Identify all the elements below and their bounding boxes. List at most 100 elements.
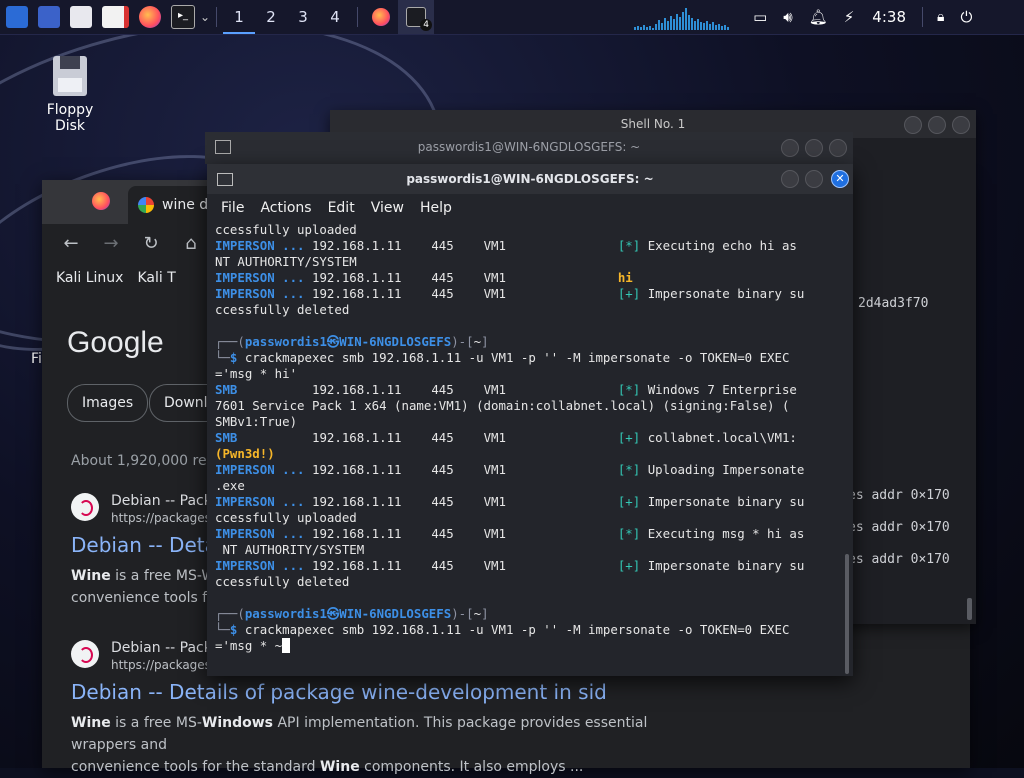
- snippet-text: is a free MS-Wi: [110, 568, 219, 584]
- prompt-frame: ]: [481, 606, 489, 621]
- terminal-icon: ▸_: [171, 5, 195, 29]
- workspace-4[interactable]: 4: [319, 0, 351, 34]
- module-tag: IMPERSON ...: [215, 238, 305, 253]
- images-chip[interactable]: Images: [67, 384, 149, 422]
- menu-help[interactable]: Help: [420, 200, 452, 216]
- close-button[interactable]: ✕: [831, 170, 849, 188]
- shell-scrollbar[interactable]: [967, 598, 972, 620]
- terminal-scrollbar[interactable]: [845, 554, 849, 674]
- firefox-task[interactable]: [364, 0, 398, 34]
- power-icon: ⏻: [960, 8, 973, 26]
- shell-line: 2d4ad3f70: [858, 296, 929, 311]
- module-tag: IMPERSON ...: [215, 270, 305, 285]
- menu-edit[interactable]: Edit: [328, 200, 355, 216]
- terminal-line: ='msg * hi': [215, 366, 837, 382]
- monitor-icon: ▭: [753, 8, 768, 26]
- terminal-titlebar[interactable]: passwordis1@WIN-6NGDLOSGEFS: ~ ✕: [207, 164, 853, 194]
- output-text: SMBv1:True): [215, 414, 298, 429]
- back-icon[interactable]: ←: [60, 233, 82, 254]
- maximize-button[interactable]: [805, 170, 823, 188]
- reload-icon[interactable]: ↻: [140, 233, 162, 254]
- minimize-button[interactable]: [904, 116, 922, 134]
- home-icon[interactable]: ⌂: [180, 233, 202, 254]
- firefox-icon[interactable]: [92, 192, 110, 210]
- minimize-button[interactable]: [781, 170, 799, 188]
- status-marker: [*]: [617, 382, 641, 397]
- maximize-button[interactable]: [805, 139, 823, 157]
- terminal-line: NT AUTHORITY/SYSTEM: [215, 254, 837, 270]
- floppy-disk-desktop-icon[interactable]: Floppy Disk: [30, 56, 110, 134]
- bookmark-kali-linux[interactable]: Kali Linux: [56, 270, 123, 286]
- host-info: 192.168.1.11 445 VM1: [237, 382, 618, 397]
- host-info: 192.168.1.11 445 VM1: [304, 558, 618, 573]
- module-tag: IMPERSON ...: [215, 462, 305, 477]
- result-site: Debian -- Packa: [111, 640, 221, 656]
- terminal-window-background[interactable]: passwordis1@WIN-6NGDLOSGEFS: ~: [205, 132, 853, 164]
- command-text: crackmapexec smb 192.168.1.11 -u VM1 -p …: [237, 350, 790, 365]
- file-manager-button[interactable]: [65, 0, 97, 34]
- terminal-line: IMPERSON ... 192.168.1.11 445 VM1 [*] Ex…: [215, 238, 837, 254]
- terminal-line: ccessfully deleted: [215, 574, 837, 590]
- result-title[interactable]: Debian -- Detai: [71, 533, 222, 557]
- menu-actions[interactable]: Actions: [260, 200, 311, 216]
- logout-button[interactable]: ⏻: [960, 0, 972, 34]
- output-text: Impersonate binary su: [640, 286, 805, 301]
- minimize-button[interactable]: [781, 139, 799, 157]
- command-text: ='msg * ~: [215, 638, 283, 653]
- snippet-bold: Windows: [201, 715, 274, 731]
- terminal-line: IMPERSON ... 192.168.1.11 445 VM1 [*] Ex…: [215, 526, 837, 542]
- taskbar-separator: [357, 7, 359, 27]
- result-url[interactable]: https://packages.d: [111, 658, 222, 672]
- output-text: NT AUTHORITY/SYSTEM: [215, 254, 357, 269]
- snippet-text: convenience tools for: [71, 590, 222, 606]
- terminal-line: IMPERSON ... 192.168.1.11 445 VM1 [*] Up…: [215, 462, 837, 478]
- google-logo[interactable]: Google: [67, 326, 164, 360]
- module-tag: IMPERSON ...: [215, 526, 305, 541]
- status-marker: [+]: [617, 286, 641, 301]
- workspace-1[interactable]: 1: [223, 0, 256, 34]
- kali-menu-button[interactable]: [0, 0, 33, 34]
- notifications-button[interactable]: 🔔︎: [809, 0, 828, 34]
- clock[interactable]: 4:38: [872, 8, 906, 26]
- result-url[interactable]: https://packages.d: [111, 511, 222, 525]
- prompt-frame: )-[: [451, 606, 474, 621]
- desktop-icon-label[interactable]: Fi: [31, 351, 42, 367]
- close-button[interactable]: [952, 116, 970, 134]
- lock-icon: 🔒︎: [936, 9, 945, 25]
- chevron-down-icon[interactable]: ⌄: [200, 10, 210, 24]
- prompt-frame: ]: [481, 334, 489, 349]
- status-marker: [*]: [617, 462, 641, 477]
- menu-file[interactable]: File: [221, 200, 244, 216]
- workspace-2[interactable]: 2: [255, 0, 287, 34]
- prompt-frame: └─: [215, 622, 230, 637]
- terminal-output[interactable]: ccessfully uploaded IMPERSON ... 192.168.…: [215, 222, 837, 668]
- window-count-badge: 4: [420, 19, 433, 31]
- module-tag: SMB: [215, 430, 238, 445]
- output-text: Windows 7 Enterprise: [640, 382, 797, 397]
- close-button[interactable]: [829, 139, 847, 157]
- terminal-line: IMPERSON ... 192.168.1.11 445 VM1 [+] Im…: [215, 494, 837, 510]
- output-text: Uploading Impersonate: [640, 462, 805, 477]
- screen-button[interactable]: ▭: [753, 0, 767, 34]
- terminal-launcher[interactable]: ▸_ ⌄: [166, 0, 210, 34]
- bookmark-kali-tools[interactable]: Kali T: [137, 270, 175, 286]
- host-info: 192.168.1.11 445 VM1: [304, 238, 618, 253]
- show-desktop-button[interactable]: [33, 0, 65, 34]
- menu-view[interactable]: View: [371, 200, 404, 216]
- host-info: 192.168.1.11 445 VM1: [304, 270, 618, 285]
- forward-icon[interactable]: →: [100, 233, 122, 254]
- firefox-icon: [372, 8, 391, 26]
- lock-button[interactable]: 🔒︎: [937, 0, 944, 34]
- firefox-launcher[interactable]: [134, 0, 166, 34]
- terminal-task[interactable]: 4: [398, 0, 435, 34]
- result-title[interactable]: Debian -- Details of package wine-develo…: [71, 680, 607, 704]
- host-info: 192.168.1.11 445 VM1: [304, 494, 618, 509]
- power-manager-button[interactable]: ⚡︎: [844, 0, 855, 34]
- output-highlight: hi: [617, 270, 633, 285]
- volume-button[interactable]: 🔊︎: [783, 0, 792, 34]
- text-editor-button[interactable]: [97, 0, 134, 34]
- workspace-3[interactable]: 3: [287, 0, 319, 34]
- maximize-button[interactable]: [928, 116, 946, 134]
- folder-icon: [70, 6, 92, 28]
